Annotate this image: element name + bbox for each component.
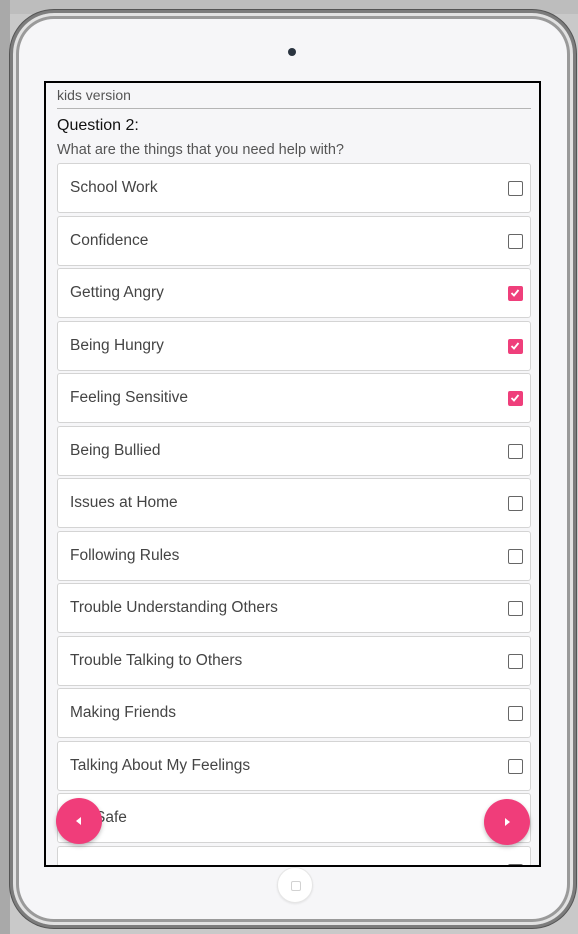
option-label: Talking About My Feelings	[70, 756, 251, 774]
option-row[interactable]: Following Rules	[57, 530, 531, 581]
option-label: Getting Angry	[70, 284, 164, 301]
option-checkbox[interactable]	[508, 181, 523, 196]
option-label: Making Friends	[70, 704, 176, 721]
option-row[interactable]: Trouble Talking to Others	[57, 635, 531, 686]
triangle-right-icon	[505, 818, 510, 826]
option-checkbox[interactable]	[508, 548, 523, 564]
home-square-icon	[291, 881, 301, 891]
option-checkbox[interactable]	[508, 601, 523, 616]
option-checkbox[interactable]	[508, 653, 523, 669]
options-list: School Work Confidence Getting Angry Bei…	[57, 163, 531, 865]
option-row[interactable]: School Work	[57, 163, 531, 213]
option-checkbox[interactable]	[508, 286, 523, 301]
previous-button[interactable]	[56, 798, 102, 844]
option-label: School Work	[70, 179, 158, 196]
check-icon	[510, 341, 520, 350]
home-button[interactable]	[277, 867, 313, 903]
option-label: Feeling Sensitive	[70, 389, 189, 406]
option-checkbox[interactable]	[508, 863, 523, 865]
option-checkbox[interactable]	[508, 233, 523, 249]
option-row[interactable]	[57, 845, 531, 865]
option-row[interactable]: Feeling Sensitive	[57, 373, 531, 423]
option-checkbox[interactable]	[508, 496, 523, 511]
option-checkbox[interactable]	[508, 338, 523, 354]
option-row[interactable]: Making Friends	[57, 688, 531, 738]
option-row[interactable]: Being Hungry	[57, 320, 531, 371]
option-checkbox[interactable]	[508, 706, 523, 721]
camera-icon	[288, 48, 296, 56]
next-button[interactable]	[484, 799, 530, 845]
option-row[interactable]: ing Safe	[57, 793, 531, 843]
option-label: Issues at Home	[70, 494, 178, 511]
option-checkbox[interactable]	[508, 443, 523, 459]
option-row[interactable]: Issues at Home	[57, 478, 531, 528]
option-label: Following Rules	[70, 546, 180, 564]
option-row[interactable]: Talking About My Feelings	[57, 740, 531, 791]
check-icon	[510, 289, 520, 297]
option-checkbox[interactable]	[508, 391, 523, 406]
option-row[interactable]: Trouble Understanding Others	[57, 583, 531, 633]
option-row[interactable]: Being Bullied	[57, 425, 531, 476]
option-label: Confidence	[70, 231, 149, 249]
question-title: Question 2:	[57, 117, 139, 134]
triangle-left-icon	[76, 817, 81, 825]
option-row[interactable]: Getting Angry	[57, 268, 531, 318]
app-screen: kids version Question 2: What are the th…	[44, 81, 541, 867]
version-label: kids version	[57, 84, 531, 109]
option-label: Being Hungry	[70, 336, 164, 354]
option-label: Trouble Understanding Others	[70, 599, 278, 616]
option-label: Being Bullied	[70, 441, 161, 459]
check-icon	[510, 394, 520, 402]
option-label: Trouble Talking to Others	[70, 651, 243, 669]
background-edge	[0, 0, 10, 934]
question-text: What are the things that you need help w…	[57, 142, 344, 158]
option-checkbox[interactable]	[508, 758, 523, 774]
option-row[interactable]: Confidence	[57, 215, 531, 266]
